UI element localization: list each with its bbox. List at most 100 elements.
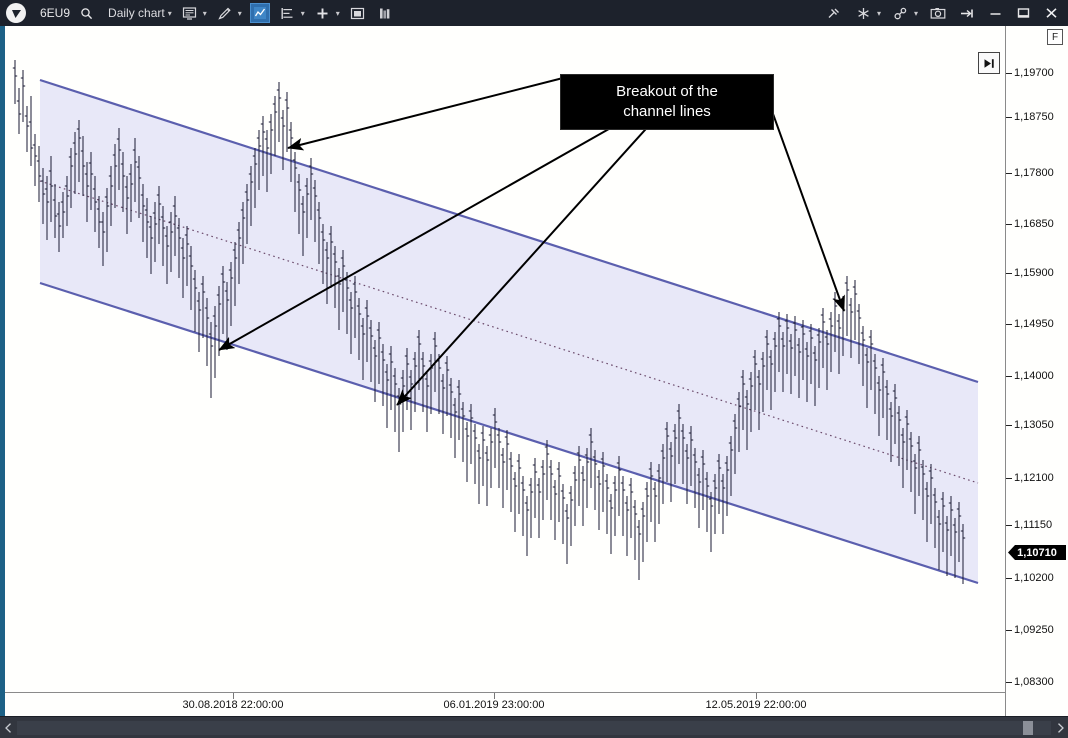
close-button[interactable] — [1038, 2, 1064, 24]
scrollbar-thumb[interactable] — [1023, 721, 1033, 735]
settings-button[interactable]: ▾ — [850, 2, 885, 24]
go-to-latest-bar-button[interactable] — [978, 52, 1000, 74]
price-bar — [277, 82, 281, 142]
chart-frame: Breakout of the channel lines F 1,197001… — [0, 26, 1068, 716]
price-tick: 1,12100 — [1006, 472, 1068, 486]
price-bar — [597, 470, 601, 530]
timeframe-selector[interactable]: Daily chart ▾ — [104, 2, 176, 24]
price-tick-dash — [1006, 73, 1012, 74]
price-tick-dash — [1006, 478, 1012, 479]
price-tick: 1,14000 — [1006, 370, 1068, 384]
price-bar — [653, 482, 657, 542]
chevron-down-icon: ▾ — [336, 9, 340, 18]
screenshot-button[interactable] — [924, 2, 952, 24]
scroll-left-icon[interactable] — [0, 718, 16, 738]
price-bar — [485, 446, 489, 506]
price-bar — [625, 496, 629, 556]
window-layout-icon — [348, 3, 368, 23]
pin-window-button[interactable] — [954, 2, 980, 24]
price-tick-label: 1,08300 — [1014, 676, 1054, 688]
price-tick-label: 1,09250 — [1014, 624, 1054, 636]
symbol-label[interactable]: 6EU9 — [36, 2, 100, 24]
price-bar — [537, 478, 541, 538]
link-icon — [891, 3, 911, 23]
price-tick-label: 1,14000 — [1014, 370, 1054, 382]
add-object-button[interactable]: ▾ — [309, 2, 344, 24]
price-axis[interactable]: F 1,197001,187501,178001,168501,159001,1… — [1005, 26, 1068, 716]
chart-plot-area[interactable] — [5, 26, 1005, 692]
levels-button[interactable]: ▾ — [274, 2, 309, 24]
time-tick-label: 06.01.2019 23:00:00 — [444, 699, 545, 711]
regression-channel-band — [40, 80, 978, 583]
link-button[interactable]: ▾ — [887, 2, 922, 24]
drawing-pen-icon — [215, 3, 235, 23]
timeframe-label: Daily chart — [108, 6, 165, 20]
price-bar — [517, 454, 521, 514]
tools-button[interactable] — [820, 2, 848, 24]
price-bar — [641, 502, 645, 562]
chevron-down-icon: ▾ — [168, 9, 172, 18]
price-bar — [605, 474, 609, 534]
scrollbar-track[interactable] — [17, 721, 1051, 735]
price-bar — [553, 480, 557, 540]
chart-style-button[interactable]: ▾ — [176, 2, 211, 24]
window-layout-button[interactable] — [344, 2, 372, 24]
search-icon[interactable] — [76, 3, 96, 23]
chevron-down-icon: ▾ — [238, 9, 242, 18]
tools-icon — [824, 3, 844, 23]
scroll-right-icon[interactable] — [1052, 718, 1068, 738]
price-bar — [633, 500, 637, 560]
indicator-button[interactable] — [246, 2, 274, 24]
price-tick-label: 1,18750 — [1014, 111, 1054, 123]
price-bar — [845, 276, 849, 336]
time-tick-label: 30.08.2018 22:00:00 — [183, 699, 284, 711]
price-bar — [533, 458, 537, 518]
price-bar — [529, 478, 533, 538]
chevron-down-icon: ▾ — [301, 9, 305, 18]
columns-button[interactable] — [372, 2, 400, 24]
price-bar — [613, 476, 617, 536]
price-tick-dash — [1006, 324, 1012, 325]
price-bar — [637, 520, 641, 580]
price-tick-dash — [1006, 525, 1012, 526]
price-bar — [513, 472, 517, 532]
price-tick-dash — [1006, 273, 1012, 274]
price-tick-dash — [1006, 682, 1012, 683]
price-tick-dash — [1006, 578, 1012, 579]
price-bar — [561, 484, 565, 544]
minimize-button[interactable] — [982, 2, 1008, 24]
price-bar — [521, 476, 525, 536]
drawing-tools-button[interactable]: ▾ — [211, 2, 246, 24]
price-bar — [573, 466, 577, 526]
camera-icon — [928, 3, 948, 23]
price-bar — [545, 440, 549, 500]
price-tick-dash — [1006, 425, 1012, 426]
chart-style-icon — [180, 3, 200, 23]
price-bar — [21, 70, 25, 122]
annotation-line-1: Breakout of the — [616, 82, 718, 102]
price-tick-label: 1,16850 — [1014, 218, 1054, 230]
time-tick-label: 12.05.2019 22:00:00 — [706, 699, 807, 711]
arrow-upper-breakout-left — [288, 78, 563, 148]
axis-scale-mode-badge[interactable]: F — [1047, 29, 1063, 45]
price-bar — [497, 428, 501, 488]
price-tick: 1,08300 — [1006, 676, 1068, 690]
symbol-text: 6EU9 — [40, 6, 70, 20]
horizontal-scrollbar[interactable] — [0, 716, 1068, 738]
price-bar — [29, 96, 33, 166]
price-tick: 1,16850 — [1006, 218, 1068, 232]
maximize-button[interactable] — [1010, 2, 1036, 24]
price-tick: 1,18750 — [1006, 111, 1068, 125]
price-tick-label: 1,17800 — [1014, 167, 1054, 179]
annotation-callout[interactable]: Breakout of the channel lines — [560, 74, 774, 130]
price-bar — [489, 428, 493, 488]
price-bar — [581, 466, 585, 526]
price-bar — [549, 460, 553, 520]
time-axis[interactable]: 30.08.2018 22:00:00 06.01.2019 23:00:00 12… — [5, 692, 1005, 717]
arrow-upper-breakout-right — [768, 100, 844, 311]
chevron-down-icon: ▾ — [914, 9, 918, 18]
price-tick-dash — [1006, 376, 1012, 377]
price-bar — [557, 462, 561, 522]
price-tick: 1,17800 — [1006, 167, 1068, 181]
price-tick-dash — [1006, 173, 1012, 174]
